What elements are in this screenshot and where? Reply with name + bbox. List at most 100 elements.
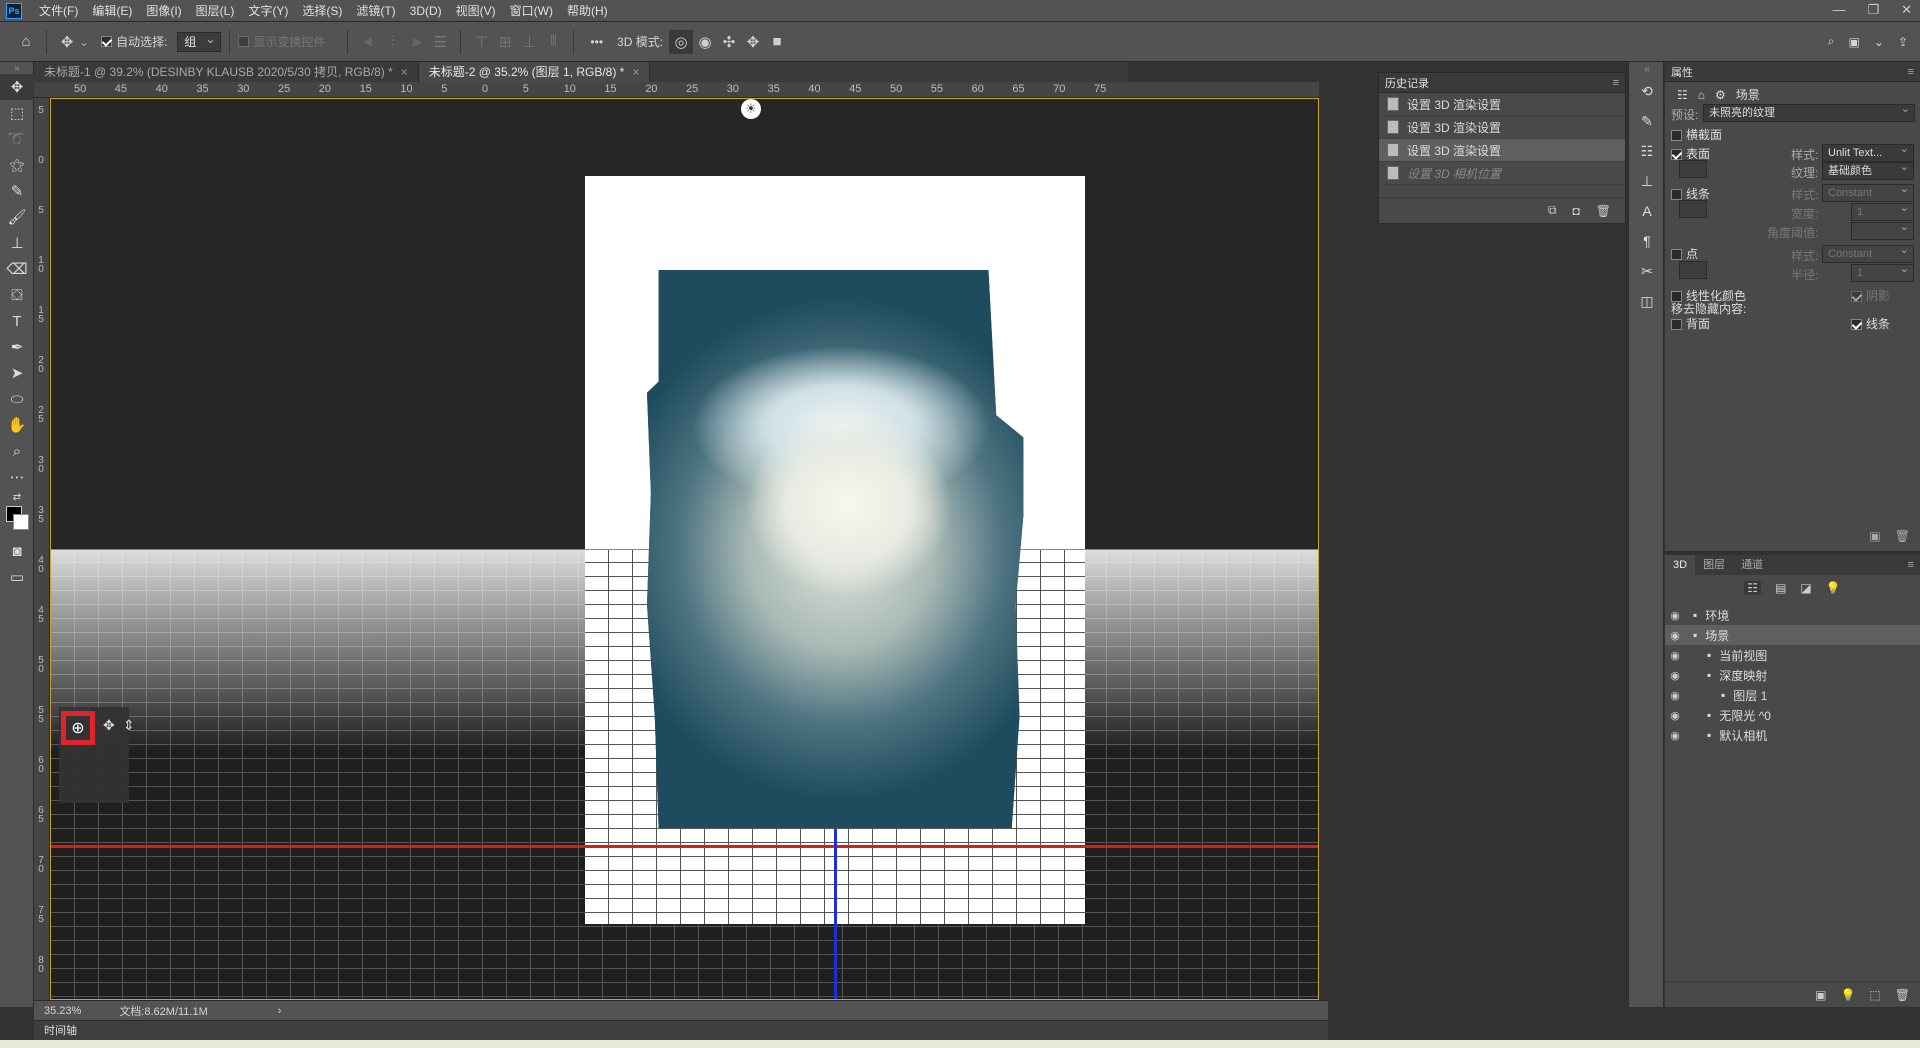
align-middle-icon[interactable]: ⊞ bbox=[493, 30, 517, 54]
slide-3d-icon[interactable]: ✥ bbox=[741, 30, 765, 54]
distribute-icon[interactable]: ☰ bbox=[428, 30, 452, 54]
surface-checkbox[interactable] bbox=[1671, 149, 1682, 161]
toolbar-collapse-icon[interactable]: » bbox=[0, 62, 34, 74]
restore-button[interactable]: ❐ bbox=[1867, 2, 1879, 18]
color-swatches[interactable] bbox=[0, 504, 33, 538]
panel-menu-icon[interactable]: ≡ bbox=[1613, 77, 1619, 89]
tools-panel-icon[interactable]: ✂ bbox=[1629, 256, 1665, 286]
tab-document-1[interactable]: 未标题-1 @ 39.2% (DESINBY KLAUSB 2020/5/30 … bbox=[34, 62, 419, 82]
background-color-swatch[interactable] bbox=[13, 514, 29, 530]
tab-channels[interactable]: 通道 bbox=[1733, 555, 1771, 575]
menu-type[interactable]: 文字(Y) bbox=[241, 2, 295, 19]
preset-dropdown[interactable]: 未照亮的纹理 bbox=[1703, 101, 1915, 122]
workspace-chevron-icon[interactable]: ⌄ bbox=[1874, 35, 1884, 49]
render-icon[interactable]: ▣ bbox=[1815, 988, 1826, 1002]
character-panel-icon[interactable]: A bbox=[1629, 196, 1665, 226]
scene-tree-item[interactable]: ◉ ▪ 图层 1 bbox=[1665, 685, 1920, 705]
dolly-camera-icon[interactable]: ⇕ bbox=[123, 717, 135, 734]
shadow-checkbox[interactable] bbox=[1851, 291, 1862, 303]
drag-3d-icon[interactable]: ✣ bbox=[717, 30, 741, 54]
close-tab-icon[interactable]: × bbox=[632, 65, 639, 79]
zoom-tool-icon[interactable]: ⌕ bbox=[0, 438, 34, 464]
eyedropper-tool-icon[interactable]: ✎ bbox=[0, 178, 34, 204]
brush-panel-icon[interactable]: ✎ bbox=[1629, 106, 1665, 136]
scene-tree-item[interactable]: ◉ ▪ 深度映射 bbox=[1665, 665, 1920, 685]
menu-view[interactable]: 视图(V) bbox=[449, 2, 503, 19]
clone-source-panel-icon[interactable]: ⊥ bbox=[1629, 166, 1665, 196]
stamp-tool-icon[interactable]: ⊥ bbox=[0, 230, 34, 256]
orbit-camera-icon[interactable]: ⊕ bbox=[61, 711, 95, 745]
camera-3d-icon[interactable]: ■ bbox=[765, 30, 789, 54]
materials-filter-icon[interactable]: ◪ bbox=[1800, 581, 1811, 595]
visibility-eye-icon[interactable]: ◉ bbox=[1665, 709, 1685, 722]
adjustments-panel-icon[interactable]: ☷ bbox=[1629, 136, 1665, 166]
properties-title[interactable]: 属性 bbox=[1671, 64, 1693, 80]
libraries-panel-icon[interactable]: ◫ bbox=[1629, 286, 1665, 316]
new-light-icon[interactable]: ⌂ bbox=[1698, 88, 1705, 102]
constraint-icon[interactable]: ⬚ bbox=[1869, 988, 1880, 1002]
swap-colors-icon[interactable]: ⇄ bbox=[0, 490, 34, 504]
magic-wand-tool-icon[interactable]: ⚝ bbox=[0, 152, 34, 178]
paint-bucket-tool-icon[interactable]: ⛋ bbox=[0, 282, 34, 308]
history-panel-icon[interactable]: ⟲ bbox=[1629, 76, 1665, 106]
visibility-eye-icon[interactable]: ◉ bbox=[1665, 629, 1685, 642]
history-state-row[interactable]: 设置 3D 相机位置 bbox=[1379, 162, 1625, 185]
menu-filter[interactable]: 滤镜(T) bbox=[349, 2, 402, 19]
snapshot-icon[interactable]: ◘ bbox=[1573, 204, 1580, 218]
ruler-horizontal[interactable]: 50 45 40 35 30 25 20 15 10 5 0 5 10 15 20 25 30 35 40 45 50 5… bbox=[34, 82, 1319, 98]
paragraph-panel-icon[interactable]: ¶ bbox=[1629, 226, 1665, 256]
visibility-eye-icon[interactable]: ◉ bbox=[1665, 609, 1685, 622]
visibility-eye-icon[interactable]: ◉ bbox=[1665, 689, 1685, 702]
points-color-swatch[interactable] bbox=[1679, 261, 1707, 279]
tool-preset-chevron-icon[interactable]: ⌄ bbox=[79, 35, 89, 49]
scene-filter-icon[interactable]: ☷ bbox=[1677, 88, 1688, 102]
menu-window[interactable]: 窗口(W) bbox=[503, 2, 560, 19]
points-checkbox[interactable] bbox=[1671, 249, 1682, 261]
marquee-tool-icon[interactable]: ⬚ bbox=[0, 100, 34, 126]
surface-color-swatch[interactable] bbox=[1679, 160, 1707, 178]
menu-3d[interactable]: 3D(D) bbox=[403, 4, 449, 18]
type-tool-icon[interactable]: T bbox=[0, 308, 34, 334]
orbit-3d-icon[interactable]: ◎ bbox=[669, 29, 694, 54]
angle-threshold-input[interactable] bbox=[1851, 219, 1914, 240]
scene-tree-item[interactable]: ◉ ▪ 默认相机 bbox=[1665, 725, 1920, 745]
canvas-viewport[interactable]: ☀ ⊕ ✥ ⇕ bbox=[50, 98, 1319, 1000]
move-tool-icon[interactable]: ✥ bbox=[0, 74, 34, 100]
history-state-row[interactable]: 设置 3D 渲染设置 bbox=[1379, 139, 1625, 162]
status-arrow-icon[interactable]: › bbox=[278, 1005, 282, 1017]
auto-select-dropdown[interactable]: 组 bbox=[177, 30, 222, 52]
quick-mask-icon[interactable]: ◙ bbox=[0, 538, 34, 564]
history-title[interactable]: 历史记录 bbox=[1385, 75, 1429, 91]
menu-help[interactable]: 帮助(H) bbox=[560, 2, 615, 19]
cross-section-checkbox[interactable] bbox=[1671, 130, 1682, 142]
visibility-eye-icon[interactable]: ◉ bbox=[1665, 729, 1685, 742]
whole-scene-filter-icon[interactable]: ☷ bbox=[1744, 581, 1762, 595]
collapse-strip-icon[interactable]: « bbox=[1629, 62, 1665, 76]
menu-select[interactable]: 选择(S) bbox=[295, 2, 349, 19]
tab-document-2[interactable]: 未标题-2 @ 35.2% (图层 1, RGB/8) * × bbox=[418, 62, 651, 82]
3d-layer-cloud-image[interactable] bbox=[647, 270, 1024, 828]
minimize-button[interactable]: — bbox=[1832, 2, 1845, 18]
scene-tree-item[interactable]: ◉ ▪ 场景 bbox=[1665, 625, 1920, 645]
align-bottom-icon[interactable]: ⊥ bbox=[517, 30, 541, 54]
shape-tool-icon[interactable]: ⬭ bbox=[0, 386, 34, 412]
trash-icon[interactable]: 🗑 bbox=[1596, 204, 1611, 218]
distribute-vertical-icon[interactable]: ⦀ bbox=[541, 30, 565, 54]
lights-filter-icon[interactable]: 💡 bbox=[1826, 581, 1841, 595]
trash-icon[interactable]: 🗑 bbox=[1895, 529, 1910, 543]
close-tab-icon[interactable]: × bbox=[401, 65, 408, 79]
scene-tree-item[interactable]: ◉ ▪ 当前视图 bbox=[1665, 645, 1920, 665]
brush-tool-icon[interactable]: 🖌 bbox=[0, 204, 34, 230]
move-tool-icon[interactable]: ✥ bbox=[55, 30, 79, 54]
texture-dropdown[interactable]: 基础颜色 bbox=[1822, 159, 1914, 180]
share-icon[interactable]: ⇪ bbox=[1898, 35, 1908, 49]
new-light-icon[interactable]: 💡 bbox=[1840, 988, 1855, 1002]
screen-mode-icon[interactable]: ▭ bbox=[0, 564, 34, 590]
hand-tool-icon[interactable]: ✋ bbox=[0, 412, 34, 438]
roll-3d-icon[interactable]: ◉ bbox=[693, 30, 717, 54]
hidden-lines-checkbox[interactable] bbox=[1851, 319, 1862, 331]
workspace-icon[interactable]: ▣ bbox=[1849, 35, 1860, 49]
visibility-eye-icon[interactable]: ◉ bbox=[1665, 649, 1685, 662]
render-icon[interactable]: ▣ bbox=[1869, 529, 1880, 543]
delete-icon[interactable]: 🗑 bbox=[1895, 988, 1910, 1002]
